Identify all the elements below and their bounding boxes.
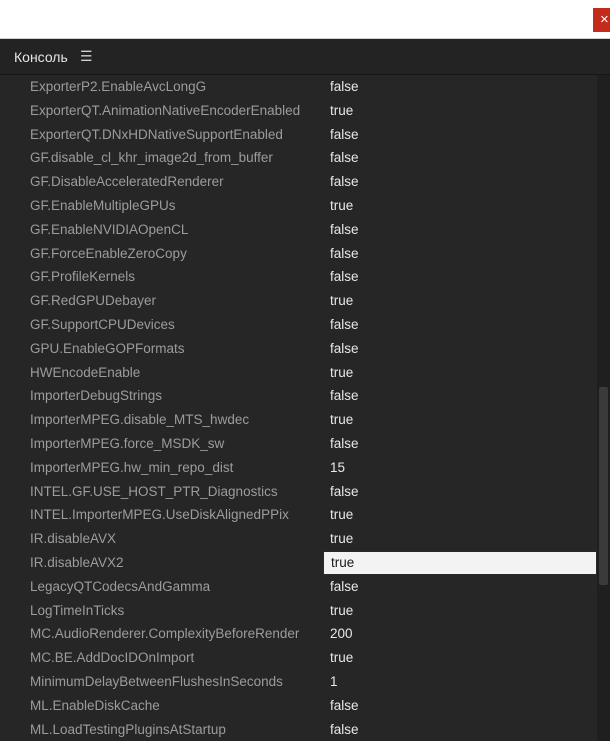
variable-name: INTEL.ImporterMPEG.UseDiskAlignedPPix xyxy=(30,507,289,523)
variable-name: MinimumDelayBetweenFlushesInSeconds xyxy=(30,673,283,689)
console-row[interactable]: ImporterDebugStrings false xyxy=(0,384,597,408)
console-row[interactable]: INTEL.GF.USE_HOST_PTR_Diagnostics false xyxy=(0,480,597,504)
console-row[interactable]: GF.ForceEnableZeroCopy false xyxy=(0,242,597,266)
console-row[interactable]: ML.EnableDiskCache false xyxy=(0,694,597,718)
close-icon: × xyxy=(600,11,609,28)
console-row[interactable]: LegacyQTCodecsAndGamma false xyxy=(0,575,597,599)
variable-value[interactable]: false xyxy=(323,384,597,408)
console-row[interactable]: GF.ProfileKernels false xyxy=(0,265,597,289)
variable-value[interactable]: false xyxy=(323,718,597,741)
variable-name: ImporterDebugStrings xyxy=(30,388,163,404)
variable-value[interactable]: true xyxy=(323,527,597,551)
variable-name: GF.SupportCPUDevices xyxy=(30,316,175,332)
console-row[interactable]: MC.BE.AddDocIDOnImport true xyxy=(0,646,597,670)
variable-value[interactable]: false xyxy=(323,146,597,170)
console-row[interactable]: GF.disable_cl_khr_image2d_from_buffer fal… xyxy=(0,146,597,170)
variable-name: LogTimeInTicks xyxy=(30,602,125,618)
variable-value[interactable]: false xyxy=(323,123,597,147)
vertical-scrollbar[interactable] xyxy=(597,75,610,741)
variable-name: MC.BE.AddDocIDOnImport xyxy=(30,650,195,666)
variable-value[interactable]: false xyxy=(323,575,597,599)
scrollbar-thumb[interactable] xyxy=(599,387,608,585)
console-row[interactable]: GF.EnableMultipleGPUs true xyxy=(0,194,597,218)
variable-value[interactable]: 200 xyxy=(323,622,597,646)
console-row[interactable]: ExporterP2.EnableAvcLongG false xyxy=(0,75,597,99)
console-row[interactable]: GF.DisableAcceleratedRenderer false xyxy=(0,170,597,194)
console-row[interactable]: ImporterMPEG.force_MSDK_sw false xyxy=(0,432,597,456)
variable-name: ImporterMPEG.hw_min_repo_dist xyxy=(30,459,234,475)
variable-name: MC.AudioRenderer.ComplexityBeforeRender xyxy=(30,626,300,642)
console-row[interactable]: GF.RedGPUDebayer true xyxy=(0,289,597,313)
variable-value[interactable]: 15 xyxy=(323,456,597,480)
close-button[interactable]: × xyxy=(593,8,610,32)
console-row[interactable]: INTEL.ImporterMPEG.UseDiskAlignedPPix tru… xyxy=(0,503,597,527)
console-variable-list: ExporterP2.EnableAvcLongG false ExporterQT… xyxy=(0,75,597,741)
console-row[interactable]: HWEncodeEnable true xyxy=(0,361,597,385)
variable-value[interactable]: true xyxy=(323,361,597,385)
variable-name: HWEncodeEnable xyxy=(30,364,141,380)
variable-value[interactable]: false xyxy=(323,480,597,504)
console-row[interactable]: ExporterQT.DNxHDNativeSupportEnabled fals… xyxy=(0,123,597,147)
variable-name: GF.EnableMultipleGPUs xyxy=(30,197,176,213)
variable-value[interactable]: false xyxy=(323,218,597,242)
variable-value[interactable]: true xyxy=(323,599,597,623)
variable-name: GF.EnableNVIDIAOpenCL xyxy=(30,221,189,237)
variable-name: ImporterMPEG.disable_MTS_hwdec xyxy=(30,412,250,428)
variable-value[interactable]: true xyxy=(323,503,597,527)
console-row[interactable]: ImporterMPEG.disable_MTS_hwdec true xyxy=(0,408,597,432)
console-row[interactable]: ImporterMPEG.hw_min_repo_dist 15 xyxy=(0,456,597,480)
variable-value[interactable]: false xyxy=(323,170,597,194)
variable-name: ML.LoadTestingPluginsAtStartup xyxy=(30,721,226,737)
variable-name: GF.RedGPUDebayer xyxy=(30,293,157,309)
variable-value[interactable]: false xyxy=(323,694,597,718)
variable-name: ExporterQT.DNxHDNativeSupportEnabled xyxy=(30,126,283,142)
variable-value[interactable]: true xyxy=(323,99,597,123)
variable-name: LegacyQTCodecsAndGamma xyxy=(30,578,211,594)
variable-name: IR.disableAVX xyxy=(30,531,117,547)
variable-name: ML.EnableDiskCache xyxy=(30,697,160,713)
console-row[interactable]: GF.SupportCPUDevices false xyxy=(0,313,597,337)
variable-value[interactable]: true xyxy=(323,194,597,218)
variable-value-input[interactable]: true xyxy=(323,550,597,575)
variable-value[interactable]: false xyxy=(323,337,597,361)
variable-value[interactable]: false xyxy=(323,75,597,99)
variable-name: ExporterQT.AnimationNativeEncoderEnabled xyxy=(30,102,301,118)
variable-name: ExporterP2.EnableAvcLongG xyxy=(30,79,207,94)
console-row[interactable]: LogTimeInTicks true xyxy=(0,599,597,623)
variable-value[interactable]: 1 xyxy=(323,670,597,694)
panel-menu-icon[interactable]: ☰ xyxy=(80,48,93,65)
variable-value[interactable]: true xyxy=(323,408,597,432)
variable-name: ImporterMPEG.force_MSDK_sw xyxy=(30,435,225,451)
variable-name: GF.disable_cl_khr_image2d_from_buffer xyxy=(30,150,273,166)
console-row[interactable]: GPU.EnableGOPFormats false xyxy=(0,337,597,361)
console-row[interactable]: IR.disableAVX2 true xyxy=(0,550,597,575)
console-row[interactable]: MC.AudioRenderer.ComplexityBeforeRender 2… xyxy=(0,622,597,646)
console-row[interactable]: IR.disableAVX true xyxy=(0,527,597,551)
variable-value[interactable]: false xyxy=(323,265,597,289)
panel-title: Консоль xyxy=(14,49,68,65)
variable-name: GPU.EnableGOPFormats xyxy=(30,340,185,356)
variable-value[interactable]: false xyxy=(323,313,597,337)
variable-name: GF.DisableAcceleratedRenderer xyxy=(30,174,224,190)
console-row[interactable]: MinimumDelayBetweenFlushesInSeconds 1 xyxy=(0,670,597,694)
panel-header: Консоль ☰ xyxy=(0,39,610,75)
window-title-bar: × xyxy=(0,0,610,39)
variable-value[interactable]: false xyxy=(323,242,597,266)
console-row[interactable]: GF.EnableNVIDIAOpenCL false xyxy=(0,218,597,242)
variable-value[interactable]: false xyxy=(323,432,597,456)
variable-name: INTEL.GF.USE_HOST_PTR_Diagnostics xyxy=(30,483,278,499)
console-row[interactable]: ExporterQT.AnimationNativeEncoderEnabled… xyxy=(0,99,597,123)
variable-value[interactable]: true xyxy=(323,289,597,313)
variable-name: GF.ForceEnableZeroCopy xyxy=(30,245,187,261)
variable-name: IR.disableAVX2 xyxy=(30,554,124,570)
console-row[interactable]: ML.LoadTestingPluginsAtStartup false xyxy=(0,718,597,741)
variable-value[interactable]: true xyxy=(323,646,597,670)
variable-name: GF.ProfileKernels xyxy=(30,269,136,285)
